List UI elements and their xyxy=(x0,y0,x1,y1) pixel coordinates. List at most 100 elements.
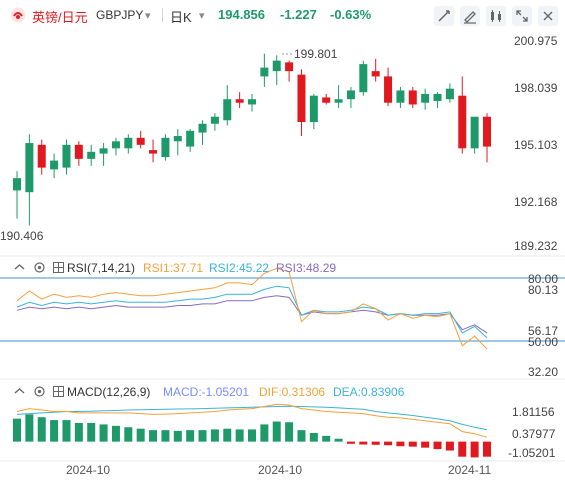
macd-bar xyxy=(309,433,318,442)
macd-bar xyxy=(346,441,355,444)
low-label: 190.406 xyxy=(0,229,44,243)
candles-layer xyxy=(13,53,491,226)
candle-body[interactable] xyxy=(50,160,59,170)
macd-bar xyxy=(186,430,195,442)
candle-body[interactable] xyxy=(186,130,195,147)
price-tick: 195.103 xyxy=(514,138,558,152)
macd-bar xyxy=(483,441,491,457)
macd-tick: 0.37977 xyxy=(512,427,556,441)
candle-body[interactable] xyxy=(210,116,219,124)
candle-body[interactable] xyxy=(359,64,368,93)
macd-bar xyxy=(198,430,207,442)
macd-tick: -1.05201 xyxy=(508,446,556,460)
macd-bar xyxy=(25,414,34,442)
macd-bar xyxy=(223,428,232,442)
indicator-list-icon[interactable] xyxy=(53,386,64,397)
x-tick-label: 2024-10 xyxy=(66,463,110,477)
macd-bar xyxy=(297,430,306,442)
candle-body[interactable] xyxy=(161,137,170,158)
macd-value: MACD:-1.05201 xyxy=(163,385,250,399)
candle-body[interactable] xyxy=(408,90,417,105)
macd-bar xyxy=(445,441,454,451)
rsi-tick: 50.00 xyxy=(528,335,558,349)
candle-body[interactable] xyxy=(235,99,244,103)
candle-body[interactable] xyxy=(223,99,232,121)
macd-bar xyxy=(396,441,405,447)
macd-bar xyxy=(37,417,46,442)
candle-body[interactable] xyxy=(13,178,21,191)
candle-body[interactable] xyxy=(25,143,34,193)
macd-bar xyxy=(50,420,59,442)
macd-bar xyxy=(87,422,96,442)
macd-bar xyxy=(124,427,133,442)
candle-body[interactable] xyxy=(173,136,182,142)
settings-icon[interactable] xyxy=(34,262,45,273)
candle-body[interactable] xyxy=(433,93,442,101)
macd-bar xyxy=(421,441,430,448)
candle-body[interactable] xyxy=(396,90,405,103)
rsi-tick: 80.13 xyxy=(528,283,558,297)
macd-bar xyxy=(13,418,21,442)
price-tick: 198.039 xyxy=(514,81,558,95)
settings-icon[interactable] xyxy=(34,386,45,397)
candle-body[interactable] xyxy=(198,123,207,133)
candle-body[interactable] xyxy=(483,116,491,147)
macd-bar xyxy=(260,424,269,442)
macd-bar xyxy=(111,425,120,442)
macd-layer xyxy=(13,403,491,458)
candle-body[interactable] xyxy=(87,151,96,159)
candle-body[interactable] xyxy=(334,99,343,103)
candle-body[interactable] xyxy=(470,116,479,149)
macd-bar xyxy=(470,441,479,458)
candle-body[interactable] xyxy=(124,137,133,149)
candle-body[interactable] xyxy=(285,62,294,72)
macd-bar xyxy=(74,422,83,442)
dif-value: DIF:0.31306 xyxy=(259,385,326,399)
candle-body[interactable] xyxy=(272,60,281,72)
macd-bar xyxy=(62,420,71,442)
macd-bar xyxy=(359,441,368,445)
macd-bar xyxy=(248,429,256,442)
macd-bar xyxy=(334,438,343,442)
x-tick-label: 2024-10 xyxy=(258,463,302,477)
candle-body[interactable] xyxy=(99,148,108,154)
collapse-icon[interactable] xyxy=(14,262,25,273)
candle-body[interactable] xyxy=(248,99,256,105)
candle-body[interactable] xyxy=(260,67,269,77)
rsi2-line xyxy=(16,285,488,339)
candle-body[interactable] xyxy=(297,74,306,123)
candle-body[interactable] xyxy=(62,144,71,168)
rsi-title: RSI(7,14,21) xyxy=(67,261,136,275)
candle-body[interactable] xyxy=(371,71,380,77)
macd-bar xyxy=(322,435,331,442)
candle-body[interactable] xyxy=(458,95,467,149)
price-tick: 189.232 xyxy=(514,239,558,253)
macd-bar xyxy=(371,441,380,445)
macd-bar xyxy=(173,430,182,442)
high-label: 199.801 xyxy=(294,47,338,61)
price-tick: 200.975 xyxy=(514,34,558,48)
rsi1-value: RSI1:37.71 xyxy=(143,261,204,275)
candle-body[interactable] xyxy=(322,97,331,103)
candle-body[interactable] xyxy=(37,144,46,168)
candle-body[interactable] xyxy=(445,88,454,100)
collapse-icon[interactable] xyxy=(14,386,25,397)
candle-body[interactable] xyxy=(149,150,158,154)
candle-body[interactable] xyxy=(346,90,355,100)
macd-bar xyxy=(285,422,294,442)
chart-canvas[interactable]: 200.975 198.039 195.103 192.168 189.232 … xyxy=(0,0,565,483)
rsi2-value: RSI2:45.22 xyxy=(209,261,270,275)
price-tick: 192.168 xyxy=(514,195,558,209)
macd-bar xyxy=(99,424,108,442)
candle-body[interactable] xyxy=(421,93,430,103)
candle-body[interactable] xyxy=(111,141,120,149)
dea-value: DEA:0.83906 xyxy=(333,385,405,399)
rsi3-value: RSI3:48.29 xyxy=(276,261,337,275)
candle-body[interactable] xyxy=(74,144,83,159)
candle-body[interactable] xyxy=(136,137,145,145)
macd-bar xyxy=(272,421,281,442)
rsi-tick: 32.20 xyxy=(528,365,558,379)
candle-body[interactable] xyxy=(309,95,318,123)
indicator-list-icon[interactable] xyxy=(53,262,64,273)
candle-body[interactable] xyxy=(384,76,393,103)
